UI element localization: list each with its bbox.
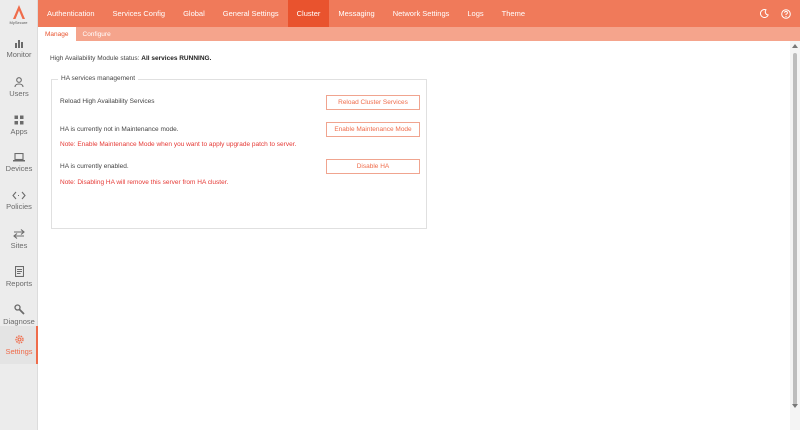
brand-logo[interactable]: MySecure [0, 0, 37, 30]
maintenance-mode-text: HA is currently not in Maintenance mode. [60, 126, 179, 133]
status-value: All services RUNNING. [141, 55, 212, 62]
ha-enabled-text: HA is currently enabled. [60, 163, 129, 170]
maintenance-mode-note: Note: Enable Maintenance Mode when you w… [60, 141, 297, 148]
tab-cluster[interactable]: Cluster [287, 0, 330, 27]
tab-theme[interactable]: Theme [493, 0, 534, 27]
tab-services-config[interactable]: Services Config [104, 0, 175, 27]
main-content: High Availability Module status: All ser… [38, 41, 790, 430]
sidebar-item-apps[interactable]: Apps [0, 106, 38, 144]
sidebar-item-monitor[interactable]: Monitor [0, 30, 38, 68]
sidebar-item-label: Settings [5, 347, 33, 356]
disable-ha-note: Note: Disabling HA will remove this serv… [60, 179, 229, 186]
disable-ha-button[interactable]: Disable HA [326, 159, 420, 174]
code-arrows-icon [12, 191, 26, 200]
tab-global[interactable]: Global [174, 0, 214, 27]
reload-cluster-services-button[interactable]: Reload Cluster Services [326, 95, 420, 110]
sidebar-item-policies[interactable]: Policies [0, 182, 38, 220]
sidebar-item-label: Users [9, 88, 29, 98]
sidebar-item-label: Monitor [6, 50, 32, 59]
moon-icon[interactable] [760, 9, 769, 18]
swap-arrows-icon [13, 228, 25, 239]
scrollbar-thumb[interactable] [793, 53, 797, 405]
report-icon [14, 266, 24, 277]
sidebar-item-devices[interactable]: Devices [0, 144, 38, 182]
topnav-actions [760, 0, 800, 27]
sidebar-item-sites[interactable]: Sites [0, 220, 38, 258]
tab-messaging[interactable]: Messaging [329, 0, 383, 27]
gear-icon [14, 335, 24, 344]
vertical-scrollbar[interactable] [790, 41, 800, 430]
scroll-down-arrow[interactable] [792, 404, 798, 408]
subtab-configure[interactable]: Configure [76, 27, 118, 41]
tab-logs[interactable]: Logs [458, 0, 492, 27]
wrench-icon [13, 304, 25, 315]
laptop-icon [13, 153, 25, 162]
brand-logo-icon [12, 5, 25, 19]
sidebar-item-label: Devices [5, 164, 33, 173]
sub-navigation: Manage Configure [38, 27, 800, 41]
user-icon [14, 76, 24, 87]
sidebar: MySecure Monitor Users Apps Devices Poli… [0, 0, 39, 430]
sidebar-item-label: Apps [10, 126, 28, 136]
brand-name: MySecure [9, 20, 28, 25]
subtab-manage[interactable]: Manage [38, 27, 76, 41]
tab-general-settings[interactable]: General Settings [214, 0, 288, 27]
sidebar-item-label: Diagnose [3, 317, 35, 326]
reload-services-text: Reload High Availability Services [60, 98, 155, 105]
sidebar-item-reports[interactable]: Reports [0, 258, 38, 296]
tab-authentication[interactable]: Authentication [38, 0, 104, 27]
sidebar-item-label: Sites [10, 240, 28, 250]
sidebar-item-users[interactable]: Users [0, 68, 38, 106]
tab-network-settings[interactable]: Network Settings [384, 0, 459, 27]
ha-services-fieldset: HA services management Reload High Avail… [51, 75, 427, 229]
apps-icon [14, 115, 24, 124]
ha-module-status: High Availability Module status: All ser… [50, 55, 211, 62]
sidebar-item-label: Reports [5, 279, 33, 288]
status-prefix: High Availability Module status: [50, 55, 142, 62]
sidebar-item-settings[interactable]: Settings [0, 326, 39, 364]
bar-chart-icon [15, 40, 23, 48]
top-navigation: Authentication Services Config Global Ge… [38, 0, 800, 27]
fieldset-title: HA services management [58, 75, 139, 82]
help-icon[interactable] [781, 8, 791, 19]
sidebar-item-label: Policies [6, 202, 32, 211]
scroll-up-arrow[interactable] [792, 44, 798, 48]
enable-maintenance-mode-button[interactable]: Enable Maintenance Mode [326, 122, 420, 137]
